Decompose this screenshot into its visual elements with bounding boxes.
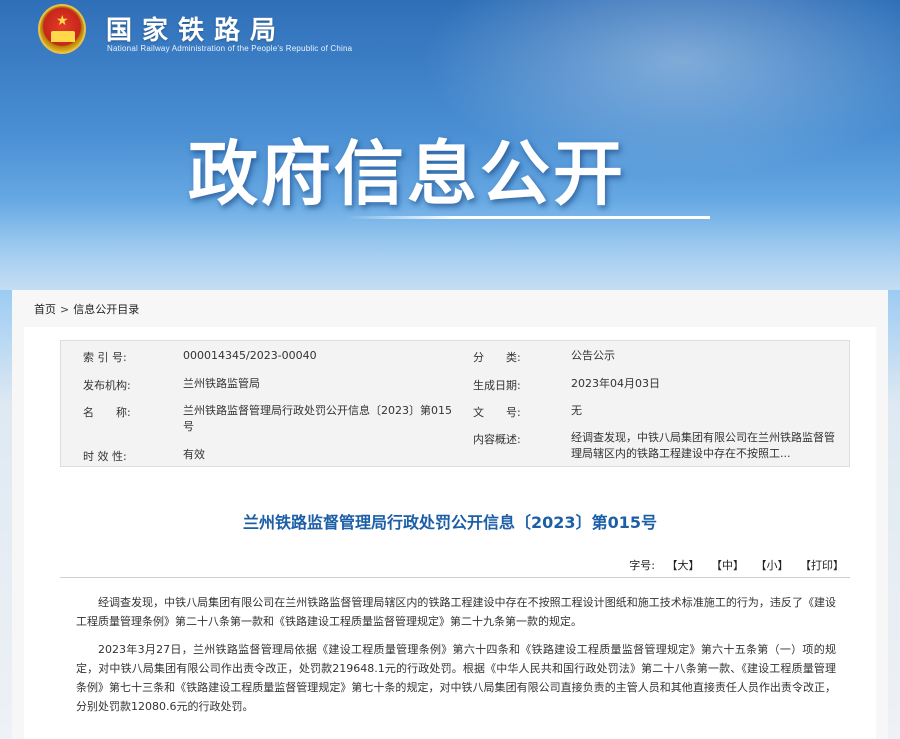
site-name[interactable]: 国家铁路局 [106, 10, 286, 47]
publisher-value: 兰州铁路监管局 [183, 377, 260, 390]
category-label: 分 类: [473, 351, 521, 364]
publisher-label: 发布机构: [83, 379, 131, 392]
name-value: 兰州铁路监督管理局行政处罚公开信息〔2023〕第015号 [183, 404, 452, 433]
breadcrumb-current-link[interactable]: 信息公开目录 [73, 303, 139, 316]
font-small-button[interactable]: 【小】 [756, 559, 789, 572]
index-value: 000014345/2023-00040 [183, 349, 317, 362]
name-label: 名 称: [83, 406, 131, 419]
national-emblem-icon[interactable]: ★ [38, 4, 86, 54]
metadata-table: 索 引 号: 000014345/2023-00040 分 类: 公告公示 发布… [60, 340, 850, 467]
breadcrumb-separator: > [60, 303, 70, 316]
date-label: 生成日期: [473, 379, 521, 392]
banner-title: 政府信息公开 [188, 133, 626, 215]
content-card: 首页 > 信息公开目录 索 引 号: 000014345/2023-00040 分 … [12, 290, 888, 739]
font-medium-button[interactable]: 【中】 [711, 559, 744, 572]
summary-label: 内容概述: [473, 433, 521, 446]
category-value: 公告公示 [571, 349, 615, 362]
font-size-toolbar: 字号: 【大】 【中】 【小】 【打印】 [629, 557, 844, 573]
banner-underline [346, 216, 710, 219]
docno-value: 无 [571, 404, 582, 417]
document-body: 经调查发现，中铁八局集团有限公司在兰州铁路监督管理局辖区内的铁路工程建设中存在不… [76, 593, 836, 725]
print-button[interactable]: 【打印】 [800, 559, 844, 572]
docno-label: 文 号: [473, 406, 521, 419]
body-paragraph: 2023年3月27日，兰州铁路监督管理局依据《建设工程质量管理条例》第六十四条和… [76, 643, 836, 713]
date-value: 2023年04月03日 [571, 377, 660, 390]
breadcrumb-home-link[interactable]: 首页 [34, 303, 56, 316]
header-banner: ★ 国家铁路局 National Railway Administration … [0, 0, 900, 290]
font-large-button[interactable]: 【大】 [667, 559, 700, 572]
title-divider [60, 577, 850, 578]
article-panel: 索 引 号: 000014345/2023-00040 分 类: 公告公示 发布… [24, 327, 876, 739]
summary-value: 经调查发现，中铁八局集团有限公司在兰州铁路监督管理局辖区内的铁路工程建设中存在不… [571, 431, 835, 460]
validity-label: 时 效 性: [83, 450, 127, 463]
document-title: 兰州铁路监督管理局行政处罚公开信息〔2023〕第015号 [243, 513, 657, 532]
breadcrumb: 首页 > 信息公开目录 [34, 301, 139, 317]
font-size-label: 字号: [629, 559, 655, 572]
index-label: 索 引 号: [83, 351, 127, 364]
body-paragraph: 经调查发现，中铁八局集团有限公司在兰州铁路监督管理局辖区内的铁路工程建设中存在不… [76, 596, 836, 628]
site-english-name: National Railway Administration of the P… [107, 44, 353, 53]
validity-value: 有效 [183, 448, 205, 461]
